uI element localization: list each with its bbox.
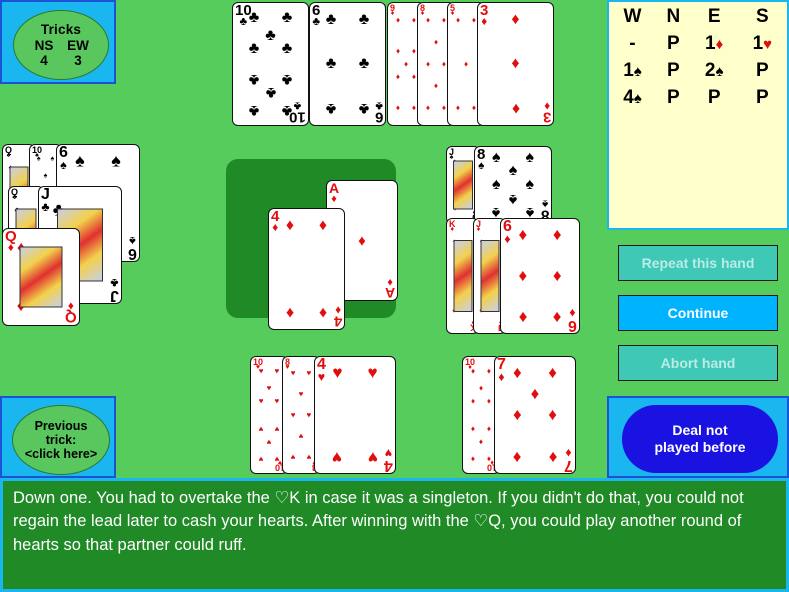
abort-hand-button[interactable]: Abort hand bbox=[618, 345, 778, 381]
tricks-counter-panel: Tricks NS EW 43 bbox=[0, 0, 116, 84]
previous-trick-button[interactable]: Previous trick: <click here> bbox=[12, 405, 110, 475]
deal-status-line1: Deal not bbox=[672, 422, 728, 439]
bidding-table: W N E S - P 1♦ 1♥ 1♠ P 2♠ P 4♠ P P P bbox=[609, 4, 787, 112]
tricks-side-ew: EW bbox=[67, 38, 89, 53]
deal-status-line2: played before bbox=[654, 439, 746, 455]
bid-cell: 2♠ bbox=[704, 60, 724, 81]
bid-cell: 4♠ bbox=[623, 87, 642, 108]
trick-card-played-four[interactable]: 4 ♦ 4 ♦ ♦ ♦ ♦ ♦ bbox=[268, 208, 345, 330]
repeat-hand-button[interactable]: Repeat this hand bbox=[618, 245, 778, 281]
bid-cell: - bbox=[629, 33, 636, 54]
card-court-figure: ♦♦ bbox=[3, 229, 79, 325]
bidding-row: 4♠ P P P bbox=[609, 85, 787, 112]
north-card[interactable]: 6 ♣ 6 ♣ ♣ ♣ ♣ ♣ ♣ ♣ bbox=[309, 2, 386, 126]
card-pips: ♦ ♦ ♦ ♦ ♦ ♦ ♦ bbox=[513, 363, 557, 467]
bidding-header-e: E bbox=[707, 6, 721, 27]
bid-cell: 1♥ bbox=[752, 33, 773, 54]
deal-status-badge: Deal not played before bbox=[622, 405, 778, 473]
bid-cell: P bbox=[666, 33, 680, 54]
bidding-header-s: S bbox=[755, 6, 769, 27]
north-east-card[interactable]: 3 ♦ 3 ♦ ♦ ♦ ♦ bbox=[477, 2, 554, 126]
north-card[interactable]: 10 ♣ 10 ♣ ♣ ♣ ♣ ♣ ♣ ♣ ♣ ♣ ♣ ♣ bbox=[232, 2, 309, 126]
control-buttons-panel: Repeat this hand Continue Abort hand bbox=[607, 232, 789, 394]
card-pips: ♣ ♣ ♣ ♣ ♣ ♣ bbox=[325, 11, 370, 117]
bid-cell: P bbox=[755, 87, 769, 108]
deal-status-panel: Deal not played before bbox=[607, 396, 789, 478]
previous-trick-line1: Previous bbox=[34, 419, 88, 433]
card-pips: ♠ ♠ ♠ ♠ ♠ ♠ ♠ ♠ bbox=[492, 148, 534, 222]
south-east-diamond-card[interactable]: 7 ♦ 7 ♦ ♦ ♦ ♦ ♦ ♦ ♦ ♦ bbox=[494, 356, 576, 474]
bidding-header-n: N bbox=[666, 6, 681, 27]
previous-trick-line3: <click here> bbox=[24, 447, 98, 461]
commentary-panel: Down one. You had to overtake the ♡K in … bbox=[0, 478, 789, 592]
bid-cell: P bbox=[666, 87, 680, 108]
bidding-row: - P 1♦ 1♥ bbox=[609, 31, 787, 58]
continue-button[interactable]: Continue bbox=[618, 295, 778, 331]
bid-cell: P bbox=[755, 60, 769, 81]
previous-trick-line2: trick: bbox=[45, 433, 77, 447]
card-pips: ♥ ♥ ♥ ♥ bbox=[332, 363, 378, 467]
bid-cell: P bbox=[666, 60, 680, 81]
card-pips: ♦ ♦ ♦ ♦ bbox=[285, 216, 328, 322]
tricks-value-ns: 4 bbox=[40, 53, 48, 68]
tricks-title: Tricks bbox=[40, 22, 82, 37]
bid-cell: 1♠ bbox=[623, 60, 642, 81]
bid-cell: P bbox=[707, 87, 721, 108]
tricks-sides: NS EW bbox=[27, 38, 95, 53]
tricks-value-ew: 3 bbox=[74, 53, 82, 68]
south-heart-card[interactable]: 4 ♥ 4 ♥ ♥ ♥ ♥ ♥ bbox=[314, 356, 396, 474]
bidding-row: 1♠ P 2♠ P bbox=[609, 58, 787, 85]
tricks-values: 43 bbox=[27, 53, 95, 68]
east-diamond-card[interactable]: 6 ♦ 6 ♦ ♦ ♦ ♦ ♦ ♦ ♦ bbox=[500, 218, 580, 334]
bidding-header-w: W bbox=[623, 6, 642, 27]
bidding-panel: W N E S - P 1♦ 1♥ 1♠ P 2♠ P 4♠ P P P bbox=[607, 0, 789, 230]
west-diamond-card[interactable]: Q♦Q♦♦♦ bbox=[2, 228, 80, 326]
east-spade-card[interactable]: 8 ♠ 8 ♠ ♠ ♠ ♠ ♠ ♠ ♠ ♠ ♠ bbox=[474, 146, 552, 224]
previous-trick-panel[interactable]: Previous trick: <click here> bbox=[0, 396, 116, 478]
card-pips: ♣ ♣ ♣ ♣ ♣ ♣ ♣ ♣ ♣ ♣ bbox=[248, 8, 293, 120]
tricks-oval: Tricks NS EW 43 bbox=[13, 10, 109, 80]
card-pips: ♦ ♦ ♦ bbox=[511, 11, 520, 117]
tricks-side-ns: NS bbox=[34, 38, 54, 53]
bidding-header-row: WNES bbox=[609, 4, 787, 31]
bid-cell: 1♦ bbox=[705, 33, 724, 54]
card-pips: ♦ ♦ ♦ ♦ ♦ ♦ bbox=[518, 224, 562, 328]
